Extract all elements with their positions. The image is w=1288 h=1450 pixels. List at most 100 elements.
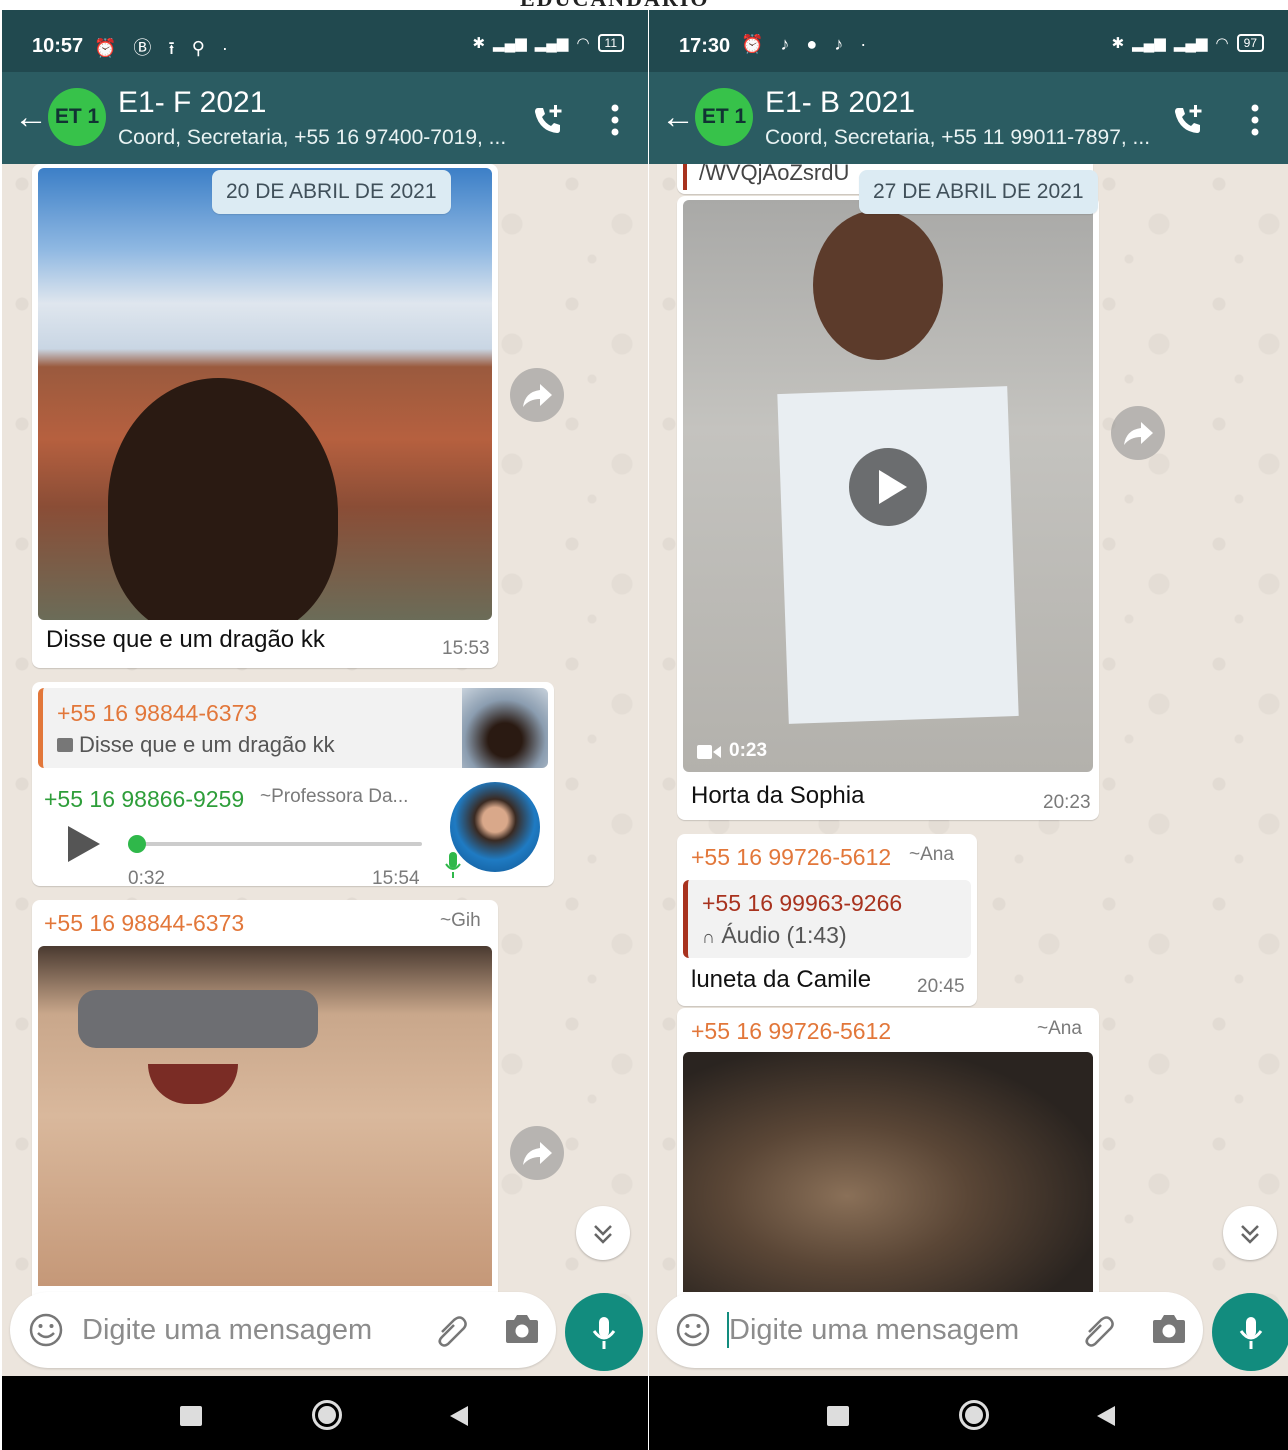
bluetooth-icon: ✱	[472, 35, 486, 52]
battery-icon: 97	[1236, 34, 1264, 52]
more-options-icon[interactable]	[610, 104, 620, 136]
scroll-down-button[interactable]	[1223, 1206, 1277, 1260]
headphones-icon: ∩	[702, 927, 715, 947]
quoted-text-row: ∩ Áudio (1:43)	[702, 922, 847, 949]
camera-icon[interactable]	[504, 1312, 540, 1346]
battery-icon: 11	[597, 34, 624, 52]
message-photo[interactable]	[38, 946, 492, 1286]
message-caption: Disse que e um dragão kk	[46, 626, 325, 653]
quoted-message[interactable]: +55 16 98844-6373 Disse que e um dragão …	[38, 688, 548, 768]
system-icons: ✱ ▂▄▆ ▂▄▆ ◠ 97	[1112, 34, 1264, 52]
audio-track[interactable]	[128, 842, 422, 846]
group-participants[interactable]: Coord, Secretaria, +55 16 97400-7019, ..…	[118, 126, 506, 150]
message-input-bar[interactable]: Digite uma mensagem	[10, 1292, 556, 1368]
scroll-down-button[interactable]	[576, 1206, 630, 1260]
recents-button[interactable]	[827, 1406, 849, 1426]
phone-right: 17:30 ⏰ ♪ ● ♪ · ✱ ▂▄▆ ▂▄▆ ◠ 97 ← ET 1 E1…	[649, 10, 1288, 1450]
image-message[interactable]: +55 16 99726-5612 ~Ana	[677, 1008, 1099, 1328]
wifi-icon: ◠	[576, 35, 590, 52]
audio-reply-message[interactable]: +55 16 98844-6373 Disse que e um dragão …	[32, 682, 554, 889]
sender-avatar[interactable]	[450, 782, 540, 872]
notification-icons: ⏰ Ⓑ ⭱ ⚲ ·	[94, 38, 234, 58]
notification-icons: ⏰ ♪ ● ♪ ·	[741, 34, 873, 54]
forward-button[interactable]	[1111, 406, 1165, 460]
date-chip: 20 DE ABRIL DE 2021	[212, 170, 451, 214]
video-message[interactable]: 0:23 Horta da Sophia 20:23	[677, 196, 1099, 820]
play-icon	[879, 470, 907, 504]
home-button[interactable]	[959, 1400, 989, 1430]
recents-button[interactable]	[180, 1406, 202, 1426]
image-icon	[57, 738, 73, 752]
message-caption: Horta da Sophia	[691, 782, 865, 809]
forward-icon	[1124, 422, 1153, 445]
status-bar: 17:30 ⏰ ♪ ● ♪ · ✱ ▂▄▆ ▂▄▆ ◠ 97	[649, 10, 1288, 72]
photo-subject	[108, 378, 338, 620]
play-icon[interactable]	[66, 824, 102, 864]
attach-icon[interactable]	[432, 1312, 470, 1350]
image-message[interactable]: Disse que e um dragão kk 15:53	[32, 164, 498, 668]
signal-icon: ▂▄▆	[1132, 35, 1166, 52]
message-sender[interactable]: +55 16 98844-6373	[44, 910, 244, 937]
bluetooth-icon: ✱	[1111, 35, 1125, 52]
add-call-icon[interactable]	[1170, 102, 1206, 138]
message-input[interactable]: Digite uma mensagem	[82, 1314, 372, 1347]
quoted-text: Disse que e um dragão kk	[79, 732, 335, 757]
reply-message[interactable]: +55 16 99726-5612 ~Ana +55 16 99963-9266…	[677, 834, 977, 1006]
video-play-button[interactable]	[849, 448, 927, 526]
group-avatar[interactable]: ET 1	[695, 88, 753, 146]
back-arrow-icon[interactable]: ←	[661, 98, 695, 137]
add-call-icon[interactable]	[530, 102, 566, 138]
back-nav-icon[interactable]	[1095, 1404, 1117, 1428]
phone-left: 10:57 ⏰ Ⓑ ⭱ ⚲ · ✱ ▂▄▆ ▂▄▆ ◠ 11 ← ET 1 E1…	[2, 10, 648, 1450]
forward-icon	[523, 384, 552, 407]
message-input-bar[interactable]: Digite uma mensagem	[657, 1292, 1203, 1368]
mic-icon	[445, 852, 461, 878]
status-time: 10:57	[32, 35, 84, 57]
message-time: 20:45	[917, 976, 965, 997]
voice-record-button[interactable]	[1212, 1293, 1288, 1371]
back-nav-icon[interactable]	[448, 1404, 470, 1428]
voice-record-button[interactable]	[565, 1293, 643, 1371]
forward-button[interactable]	[510, 368, 564, 422]
message-time: 15:54	[372, 868, 420, 889]
message-photo[interactable]	[683, 1052, 1093, 1292]
group-title[interactable]: E1- F 2021	[118, 86, 266, 120]
home-button[interactable]	[312, 1400, 342, 1430]
double-chevron-down-icon	[594, 1225, 612, 1244]
mic-icon	[592, 1317, 616, 1349]
attach-icon[interactable]	[1079, 1312, 1117, 1350]
watermark-text: EDUCANDARIO	[520, 0, 709, 10]
photo-smile	[148, 1064, 238, 1104]
sender-alias: ~Ana	[1037, 1018, 1082, 1039]
video-duration: 0:23	[729, 740, 768, 761]
signal-icon-2: ▂▄▆	[534, 35, 569, 52]
message-input[interactable]: Digite uma mensagem	[729, 1314, 1019, 1347]
message-photo[interactable]	[38, 168, 492, 620]
sender-alias: ~Ana	[909, 844, 954, 865]
quoted-text-row: Disse que e um dragão kk	[57, 732, 335, 758]
more-options-icon[interactable]	[1250, 104, 1260, 136]
quoted-message[interactable]: +55 16 99963-9266 ∩ Áudio (1:43)	[683, 880, 971, 958]
image-message[interactable]: +55 16 98844-6373 ~Gih	[32, 900, 498, 1320]
video-camera-icon	[697, 745, 721, 759]
link-fragment[interactable]: /WVQjAoZsrdU	[699, 160, 849, 186]
quoted-sender: +55 16 98844-6373	[57, 700, 258, 726]
emoji-icon[interactable]	[28, 1312, 64, 1348]
audio-progress-knob[interactable]	[128, 835, 146, 853]
navigation-bar	[2, 1376, 648, 1450]
back-arrow-icon[interactable]: ←	[14, 98, 48, 137]
message-sender[interactable]: +55 16 99726-5612	[691, 844, 891, 871]
quoted-thumbnail	[462, 688, 548, 768]
message-sender[interactable]: +55 16 99726-5612	[691, 1018, 891, 1045]
forward-button[interactable]	[510, 1126, 564, 1180]
group-avatar[interactable]: ET 1	[48, 88, 106, 146]
mic-icon	[1239, 1317, 1263, 1349]
group-participants[interactable]: Coord, Secretaria, +55 11 99011-7897, ..…	[765, 126, 1150, 150]
group-title[interactable]: E1- B 2021	[765, 86, 915, 120]
chat-header: ← ET 1 E1- B 2021 Coord, Secretaria, +55…	[649, 72, 1288, 164]
camera-icon[interactable]	[1151, 1312, 1187, 1346]
message-sender[interactable]: +55 16 98866-9259	[44, 786, 244, 813]
status-bar: 10:57 ⏰ Ⓑ ⭱ ⚲ · ✱ ▂▄▆ ▂▄▆ ◠ 11	[2, 10, 648, 72]
photo-blindfold	[78, 990, 318, 1048]
emoji-icon[interactable]	[675, 1312, 711, 1348]
